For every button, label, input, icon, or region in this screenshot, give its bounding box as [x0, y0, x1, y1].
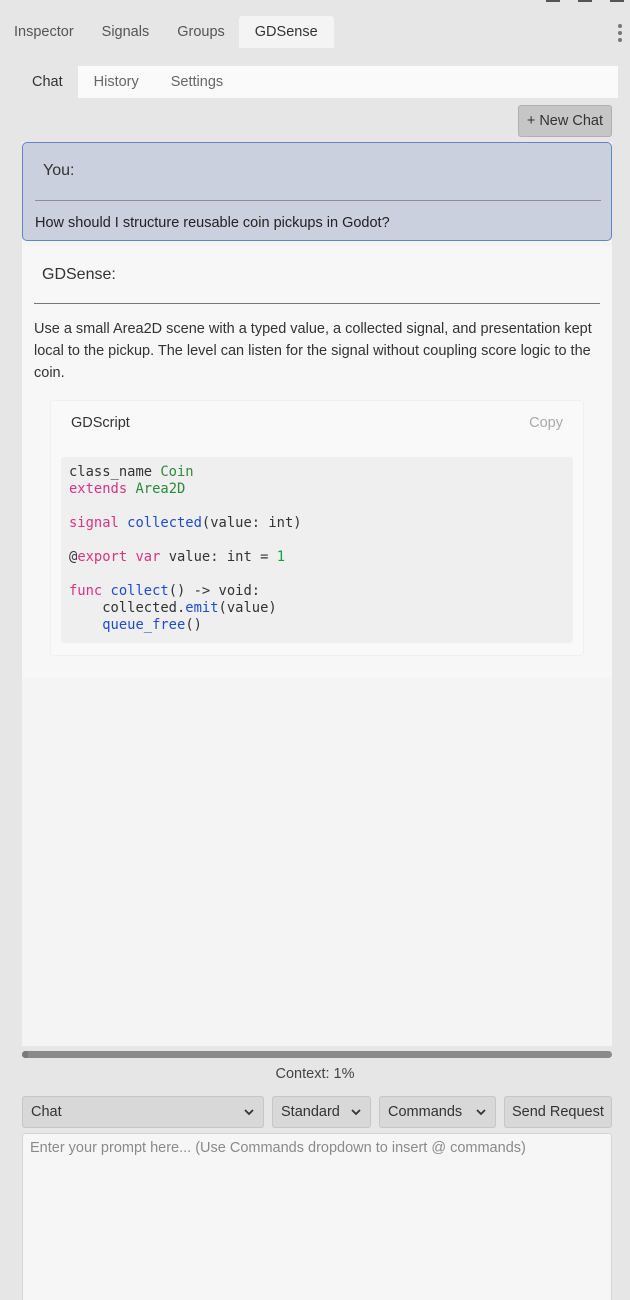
copy-code-button[interactable]: Copy: [529, 415, 563, 431]
code-card: GDScript Copy class_name Coin extends Ar…: [50, 400, 584, 656]
context-progress-bar: [22, 1051, 612, 1058]
code-line: signal collected(value: int): [69, 515, 302, 531]
assistant-message-title: GDSense:: [42, 266, 116, 283]
tab-inspector[interactable]: Inspector: [0, 16, 88, 48]
user-message-title: You:: [43, 162, 75, 179]
model-select[interactable]: Standard: [272, 1096, 371, 1128]
chevron-down-icon: [351, 1109, 361, 1116]
code-language-label: GDScript: [71, 415, 130, 431]
input-controls: Chat Standard Commands Send Request: [22, 1096, 612, 1128]
gdsense-panel: Chat History Settings + New Chat You: Ho…: [0, 48, 630, 1300]
tab-chat[interactable]: Chat: [22, 66, 78, 98]
tab-gdsense[interactable]: GDSense: [238, 16, 334, 48]
more-options-icon[interactable]: [618, 24, 622, 42]
code-block[interactable]: class_name Coin extends Area2D signal co…: [61, 457, 573, 643]
divider: [34, 303, 600, 304]
code-line: @export var value: int = 1: [69, 549, 285, 565]
context-progress-fill: [22, 1051, 28, 1058]
code-line: extends Area2D: [69, 481, 186, 497]
context-usage-label: Context: 1%: [275, 1066, 355, 1082]
code-line: class_name Coin: [69, 464, 194, 480]
user-message: You: How should I structure reusable coi…: [22, 142, 612, 241]
chat-history-area[interactable]: You: How should I structure reusable coi…: [22, 142, 612, 1046]
model-select-value: Standard: [281, 1104, 340, 1120]
assistant-message-text: Use a small Area2D scene with a typed va…: [34, 321, 592, 381]
tab-groups[interactable]: Groups: [163, 16, 239, 48]
chevron-down-icon: [244, 1109, 254, 1116]
code-line: collected.emit(value): [69, 600, 277, 616]
send-request-button[interactable]: Send Request: [504, 1096, 612, 1128]
user-message-text: How should I structure reusable coin pic…: [35, 215, 390, 231]
minimize-icon[interactable]: [546, 0, 560, 2]
window-controls: [546, 0, 624, 4]
tab-settings[interactable]: Settings: [155, 66, 239, 98]
chevron-down-icon: [476, 1109, 486, 1116]
tab-history[interactable]: History: [78, 66, 155, 98]
code-line: func collect() -> void:: [69, 583, 261, 599]
code-line: queue_free(): [102, 617, 202, 633]
maximize-icon[interactable]: [578, 0, 592, 2]
divider: [35, 200, 601, 201]
mode-select-value: Chat: [31, 1104, 62, 1120]
prompt-input[interactable]: [22, 1133, 612, 1300]
new-chat-button[interactable]: + New Chat: [517, 105, 612, 137]
assistant-message: GDSense: Use a small Area2D scene with a…: [22, 246, 612, 678]
mode-select[interactable]: Chat: [22, 1096, 264, 1128]
commands-select[interactable]: Commands: [379, 1096, 496, 1128]
dock-tab-bar: Inspector Signals Groups GDSense: [0, 16, 630, 48]
search-icon[interactable]: [610, 0, 624, 2]
tab-signals[interactable]: Signals: [88, 16, 164, 48]
commands-select-value: Commands: [388, 1104, 463, 1120]
sub-tab-bar: Chat History Settings: [22, 66, 618, 98]
